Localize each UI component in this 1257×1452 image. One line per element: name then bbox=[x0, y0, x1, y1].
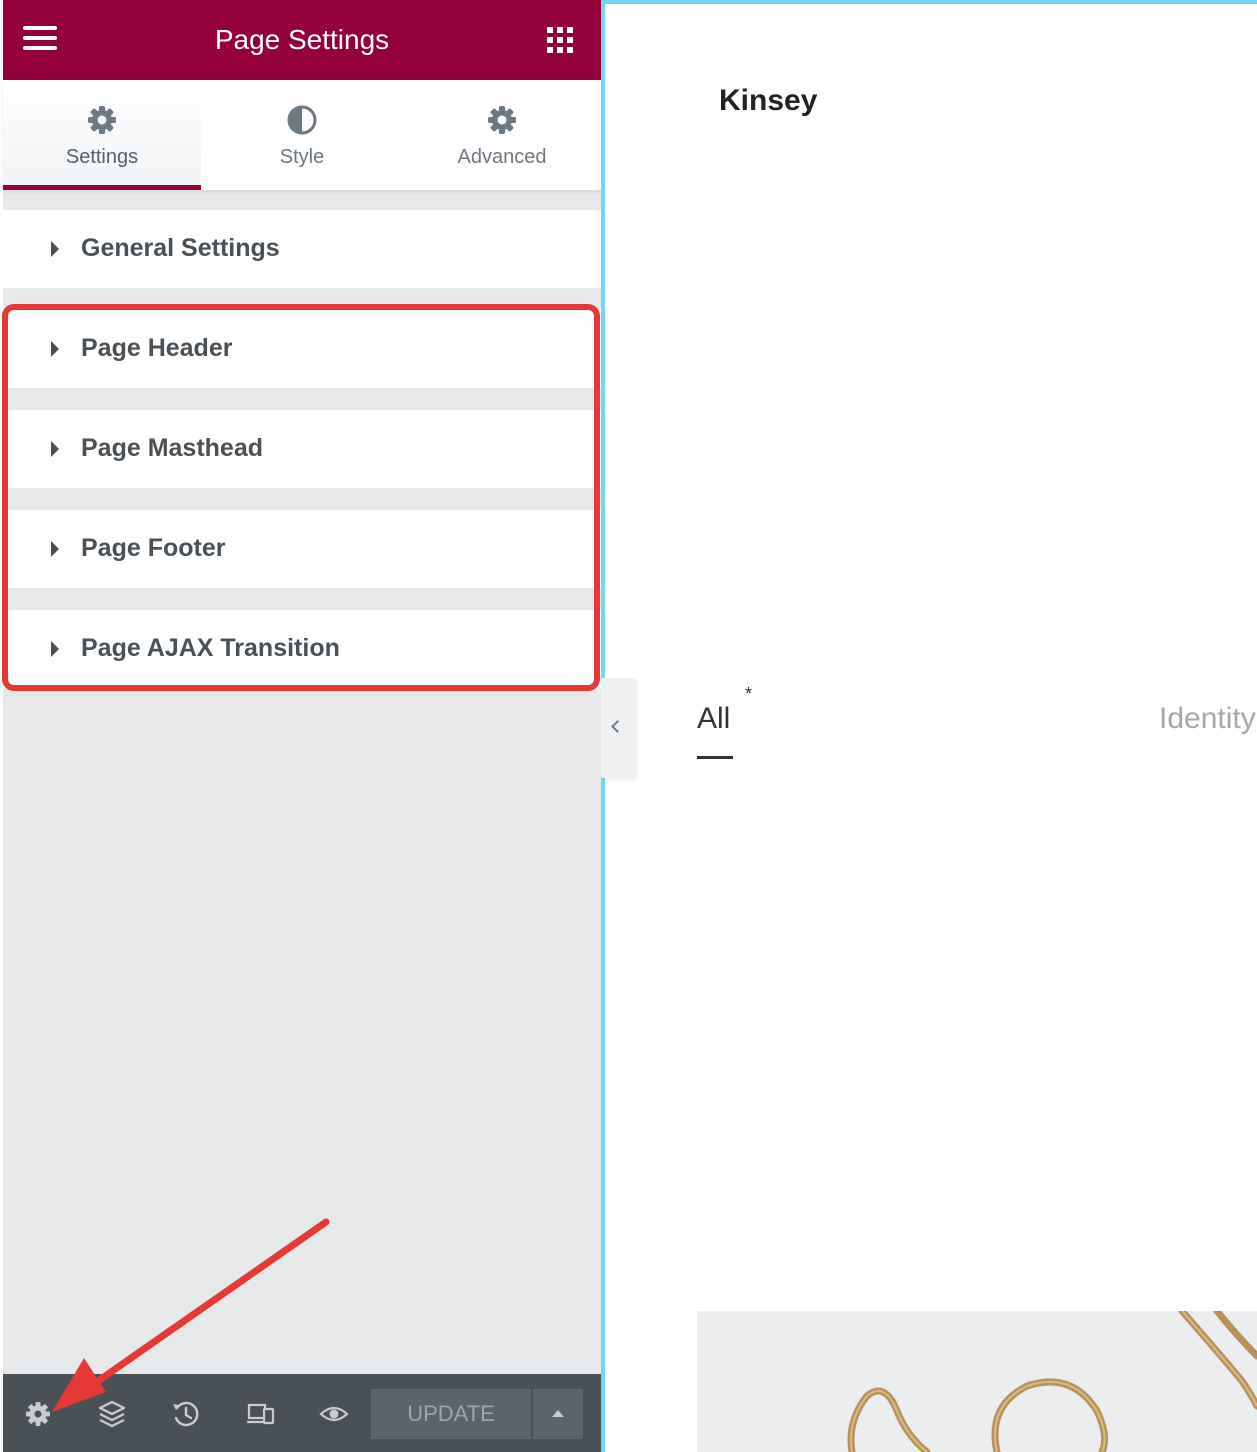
panel-title: Page Settings bbox=[214, 24, 390, 55]
history-icon[interactable] bbox=[166, 1394, 206, 1434]
section-page-footer[interactable]: Page Footer bbox=[3, 510, 601, 588]
tab-label: Advanced bbox=[457, 146, 547, 168]
update-options-button[interactable] bbox=[533, 1389, 583, 1439]
apps-grid-icon[interactable] bbox=[547, 27, 575, 55]
editor-panel: Page Settings Settings Style Advanced Ge… bbox=[3, 0, 601, 1452]
section-page-ajax-transition[interactable]: Page AJAX Transition bbox=[3, 610, 601, 688]
caret-right-icon bbox=[51, 441, 59, 457]
filter-identity[interactable]: Identity bbox=[1159, 702, 1256, 736]
responsive-icon[interactable] bbox=[240, 1394, 280, 1434]
panel-footer-bar: UPDATE bbox=[3, 1374, 601, 1452]
section-label: General Settings bbox=[81, 234, 280, 262]
tab-advanced[interactable]: Advanced bbox=[403, 80, 601, 190]
caret-up-icon bbox=[552, 1410, 564, 1417]
section-label: Page Header bbox=[81, 334, 233, 362]
gear-icon bbox=[488, 106, 516, 134]
update-button[interactable]: UPDATE bbox=[371, 1389, 531, 1439]
caret-right-icon bbox=[51, 641, 59, 657]
portfolio-thumbnail[interactable] bbox=[697, 1311, 1257, 1452]
gear-icon bbox=[88, 106, 116, 134]
section-label: Page Footer bbox=[81, 534, 226, 562]
section-page-header[interactable]: Page Header bbox=[3, 310, 601, 388]
section-page-masthead[interactable]: Page Masthead bbox=[3, 410, 601, 488]
caret-right-icon bbox=[51, 241, 59, 257]
tab-label: Style bbox=[279, 146, 325, 168]
section-general-settings[interactable]: General Settings bbox=[3, 210, 601, 288]
preview-clip: Identity bbox=[605, 0, 1257, 1452]
layers-icon[interactable] bbox=[92, 1394, 132, 1434]
caret-right-icon bbox=[51, 341, 59, 357]
section-label: Page Masthead bbox=[81, 434, 264, 462]
panel-header: Page Settings bbox=[3, 0, 601, 80]
tab-label: Settings bbox=[65, 146, 139, 168]
panel-tabs: Settings Style Advanced bbox=[3, 80, 601, 190]
eye-icon[interactable] bbox=[314, 1394, 354, 1434]
section-label: Page AJAX Transition bbox=[81, 634, 340, 662]
gear-icon[interactable] bbox=[18, 1394, 58, 1434]
twine-image bbox=[847, 1311, 1257, 1452]
caret-right-icon bbox=[51, 541, 59, 557]
contrast-icon bbox=[287, 105, 317, 135]
tab-settings[interactable]: Settings bbox=[3, 80, 201, 190]
tab-style[interactable]: Style bbox=[203, 80, 401, 190]
